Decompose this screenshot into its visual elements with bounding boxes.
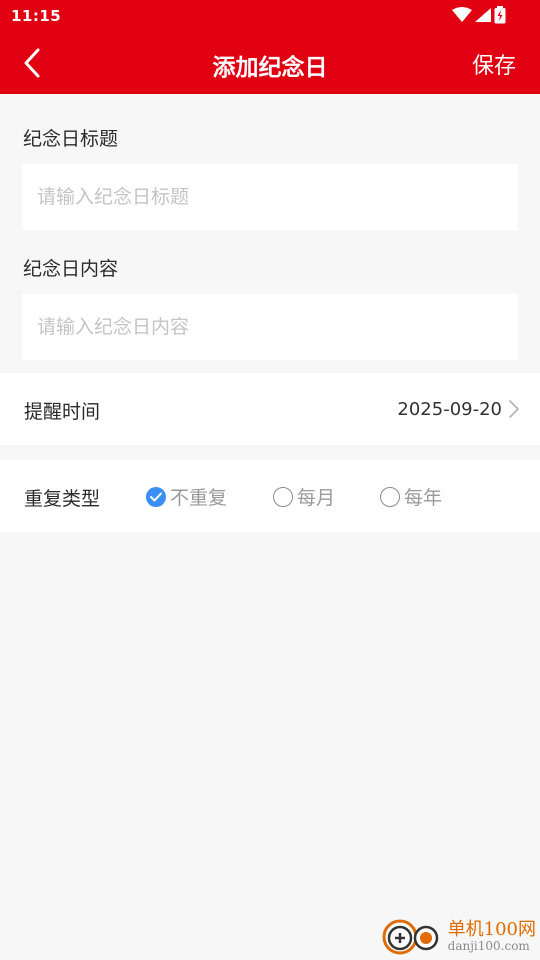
radio-unchecked-icon — [380, 486, 400, 507]
title-label: 纪念日标题 — [23, 128, 119, 150]
repeat-option-monthly[interactable]: 每月 — [273, 483, 335, 510]
page-title: 添加纪念日 — [212, 55, 328, 81]
save-button[interactable]: 保存 — [472, 48, 516, 80]
watermark: 单机100网 danji100.com — [382, 916, 536, 958]
repeat-option-yearly[interactable]: 每年 — [380, 483, 442, 510]
title-input[interactable] — [22, 164, 518, 230]
repeat-option-label: 每年 — [404, 487, 443, 509]
chevron-right-icon — [509, 400, 519, 418]
radio-checked-icon — [146, 486, 166, 507]
watermark-logo-icon — [382, 919, 438, 955]
signal-icon — [475, 8, 491, 22]
repeat-label: 重复类型 — [24, 488, 101, 510]
repeat-option-label: 不重复 — [170, 487, 228, 509]
watermark-subtitle: danji100.com — [447, 939, 530, 954]
app-bar: 添加纪念日 保存 — [0, 32, 540, 94]
watermark-title: 单机100网 — [447, 919, 536, 941]
repeat-type-row: 重复类型 不重复 每月 每年 — [0, 460, 540, 532]
content-label: 纪念日内容 — [23, 258, 119, 280]
reminder-value: 2025-09-20 — [397, 399, 502, 420]
reminder-time-row[interactable]: 提醒时间 2025-09-20 — [0, 373, 540, 445]
radio-unchecked-icon — [273, 486, 293, 507]
status-time: 11:15 — [11, 7, 62, 25]
repeat-option-none[interactable]: 不重复 — [146, 483, 227, 510]
status-bar: 11:15 — [0, 0, 540, 32]
status-icons — [452, 6, 506, 24]
wifi-icon — [452, 7, 472, 22]
battery-icon — [494, 6, 506, 24]
repeat-option-label: 每月 — [297, 487, 336, 509]
reminder-label: 提醒时间 — [24, 401, 101, 423]
content-input[interactable] — [22, 294, 518, 360]
